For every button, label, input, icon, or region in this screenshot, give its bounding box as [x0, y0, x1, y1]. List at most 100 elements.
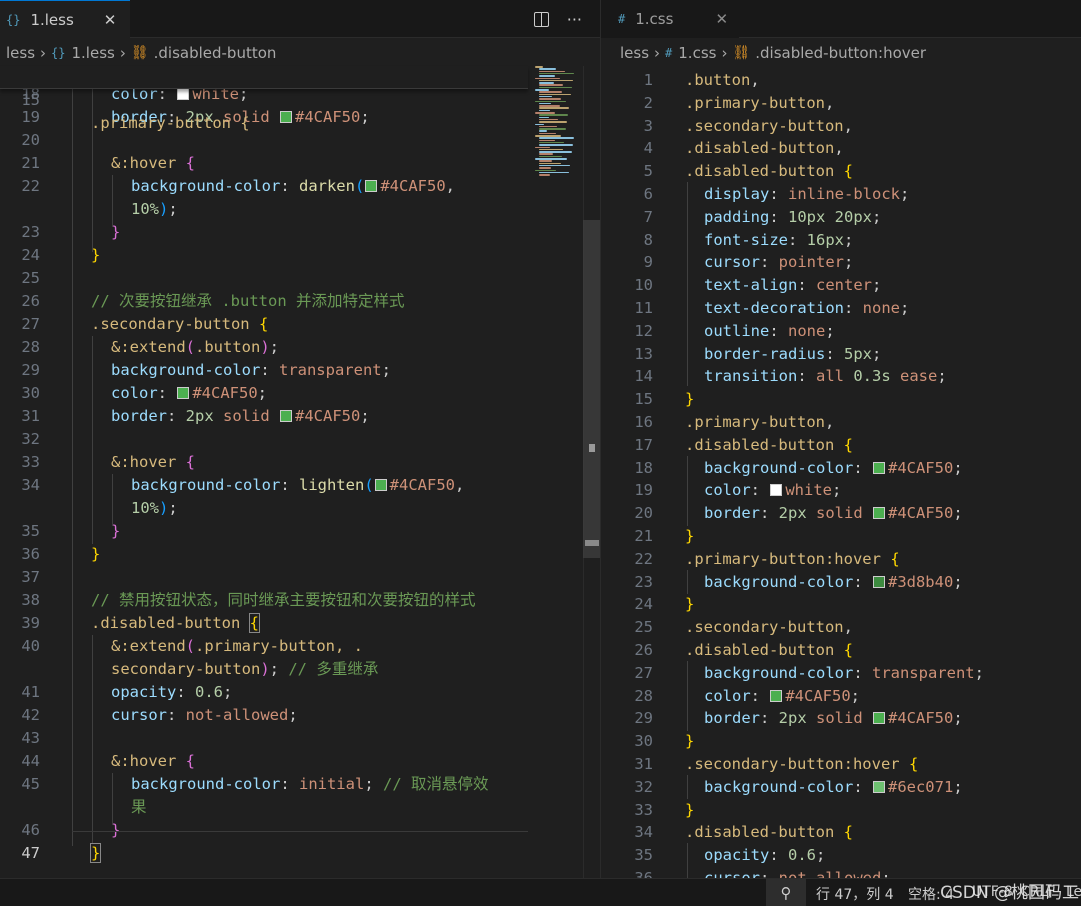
code-line[interactable]: 36 cursor: not-allowed; — [601, 867, 1081, 878]
breadcrumb-symbol[interactable]: .disabled-button:hover — [755, 44, 926, 62]
code-line[interactable]: 25 — [0, 267, 600, 290]
zoom-icon[interactable]: ⚲ — [766, 879, 806, 906]
color-swatch[interactable] — [365, 180, 378, 192]
code-line[interactable]: 40 &:extend(.primary-button, . — [0, 635, 600, 658]
code-line[interactable]: 1 .button, — [601, 69, 1081, 92]
code-line[interactable]: 32 background-color: #6ec071; — [601, 776, 1081, 799]
code-line[interactable]: 13 border-radius: 5px; — [601, 343, 1081, 366]
code-line[interactable]: 19 border: 2px solid #4CAF50; — [0, 106, 600, 129]
breadcrumb-folder[interactable]: less — [620, 44, 649, 62]
color-swatch[interactable] — [872, 461, 885, 474]
code-line[interactable]: 果 — [0, 796, 600, 819]
code-line[interactable]: 26 .disabled-button { — [601, 639, 1081, 662]
code-line[interactable]: 33} — [601, 799, 1081, 822]
code-line[interactable]: 38 // 禁用按钮状态，同时继承主要按钮和次要按钮的样式 — [0, 589, 600, 612]
code-line[interactable]: 28 &:extend(.button); — [0, 336, 600, 359]
code-line[interactable]: 23} — [0, 221, 600, 244]
color-swatch[interactable] — [280, 111, 292, 123]
split-editor-icon[interactable] — [533, 11, 549, 27]
code-line[interactable]: 15} — [601, 388, 1081, 411]
minimap[interactable] — [535, 66, 577, 176]
right-code-editor[interactable]: 1 .button, 2 .primary-button, 3 .secondary-bu… — [601, 66, 1081, 878]
code-line[interactable]: 47} — [0, 842, 600, 865]
code-line[interactable]: 22 background-color: darken(#4CAF50, — [0, 175, 600, 198]
code-line[interactable]: 28 color: #4CAF50; — [601, 685, 1081, 708]
breadcrumb-file[interactable]: 1.less — [71, 44, 114, 62]
color-swatch[interactable] — [872, 780, 885, 793]
color-swatch[interactable] — [770, 484, 783, 497]
code-line[interactable]: 20 — [0, 129, 600, 152]
code-line[interactable]: 31 .secondary-button:hover { — [601, 753, 1081, 776]
color-swatch[interactable] — [873, 507, 885, 520]
code-line[interactable]: 34 background-color: lighten(#4CAF50, — [0, 474, 600, 497]
code-line[interactable]: 9 cursor: pointer; — [601, 251, 1081, 274]
code-line[interactable]: 39 .disabled-button { — [0, 612, 600, 635]
more-actions-icon[interactable]: ··· — [567, 10, 582, 29]
code-line[interactable]: 20 border: 2px solid #4CAF50; — [601, 502, 1081, 525]
code-line[interactable]: 10 text-align: center; — [601, 274, 1081, 297]
code-line[interactable]: 16 .primary-button, — [601, 411, 1081, 434]
code-line[interactable]: 19 color: white; — [601, 479, 1081, 502]
color-swatch[interactable] — [177, 387, 190, 399]
tab-1-less[interactable]: {} 1.less ✕ — [0, 0, 130, 39]
breadcrumb-folder[interactable]: less — [6, 44, 35, 62]
code-line[interactable]: secondary-button); // 多重继承 — [0, 658, 600, 681]
color-swatch[interactable] — [872, 575, 885, 588]
code-line[interactable]: 21 &:hover { — [0, 152, 600, 175]
code-line[interactable]: 35} — [0, 520, 600, 543]
code-line[interactable]: 33 &:hover { — [0, 451, 600, 474]
breadcrumb-symbol[interactable]: .disabled-button — [154, 44, 277, 62]
code-line[interactable]: 34 .disabled-button { — [601, 821, 1081, 844]
code-line[interactable]: 14 transition: all 0.3s ease; — [601, 365, 1081, 388]
code-line[interactable]: 24} — [601, 593, 1081, 616]
code-line[interactable]: 45 background-color: initial; // 取消悬停效 — [0, 773, 600, 796]
status-cursor-position[interactable]: 行 47，列 4 — [816, 884, 894, 904]
color-swatch[interactable] — [177, 88, 190, 100]
code-line[interactable]: 4 .disabled-button, — [601, 137, 1081, 160]
code-line[interactable]: 37 — [0, 566, 600, 589]
code-line[interactable]: 30 color: #4CAF50; — [0, 382, 600, 405]
code-line[interactable]: 25 .secondary-button, — [601, 616, 1081, 639]
code-line[interactable]: 24} — [0, 244, 600, 267]
code-line[interactable]: 11 text-decoration: none; — [601, 297, 1081, 320]
code-line[interactable]: 29 background-color: transparent; — [0, 359, 600, 382]
code-line[interactable]: 32 — [0, 428, 600, 451]
color-swatch[interactable] — [280, 410, 292, 422]
code-line[interactable]: 30} — [601, 730, 1081, 753]
code-line[interactable]: 8 font-size: 16px; — [601, 229, 1081, 252]
code-line[interactable]: 43 — [0, 727, 600, 750]
scrollbar-thumb[interactable] — [583, 220, 600, 558]
code-line[interactable]: 22 .primary-button:hover { — [601, 548, 1081, 571]
sticky-scroll-line[interactable]: 15 .primary-button { — [0, 66, 528, 132]
code-line[interactable]: 27 .secondary-button { — [0, 313, 600, 336]
code-line[interactable]: 42 cursor: not-allowed; — [0, 704, 600, 727]
code-line[interactable]: 6 display: inline-block; — [601, 183, 1081, 206]
color-swatch[interactable] — [374, 479, 387, 491]
code-line[interactable]: 3 .secondary-button, — [601, 115, 1081, 138]
code-line[interactable]: 29 border: 2px solid #4CAF50; — [601, 707, 1081, 730]
breadcrumb-file[interactable]: 1.css — [678, 44, 716, 62]
left-code-editor[interactable]: 18 color: white; 19 border: 2px solid #4CAF… — [0, 66, 600, 878]
code-line[interactable]: 10%); — [0, 497, 600, 520]
code-line[interactable]: 31 border: 2px solid #4CAF50; — [0, 405, 600, 428]
close-icon[interactable]: ✕ — [104, 11, 117, 29]
color-swatch[interactable] — [770, 689, 783, 702]
color-swatch[interactable] — [873, 712, 885, 725]
code-line[interactable]: 44 &:hover { — [0, 750, 600, 773]
tab-1-css[interactable]: # 1.css ✕ — [601, 0, 739, 38]
code-line[interactable]: 35 opacity: 0.6; — [601, 844, 1081, 867]
code-line[interactable]: 5 .disabled-button { — [601, 160, 1081, 183]
code-line[interactable]: 12 outline: none; — [601, 320, 1081, 343]
close-icon[interactable]: ✕ — [715, 10, 728, 28]
code-line[interactable]: 21} — [601, 525, 1081, 548]
code-line[interactable]: 26 // 次要按钮继承 .button 并添加特定样式 — [0, 290, 600, 313]
code-line[interactable]: 10%); — [0, 198, 600, 221]
code-line[interactable]: 18 background-color: #4CAF50; — [601, 457, 1081, 480]
code-line[interactable]: 23 background-color: #3d8b40; — [601, 571, 1081, 594]
code-line[interactable]: 17 .disabled-button { — [601, 434, 1081, 457]
code-line[interactable]: 2 .primary-button, — [601, 92, 1081, 115]
code-line[interactable]: 7 padding: 10px 20px; — [601, 206, 1081, 229]
code-line[interactable]: 27 background-color: transparent; — [601, 662, 1081, 685]
code-line[interactable]: 41 opacity: 0.6; — [0, 681, 600, 704]
code-line[interactable]: 36} — [0, 543, 600, 566]
